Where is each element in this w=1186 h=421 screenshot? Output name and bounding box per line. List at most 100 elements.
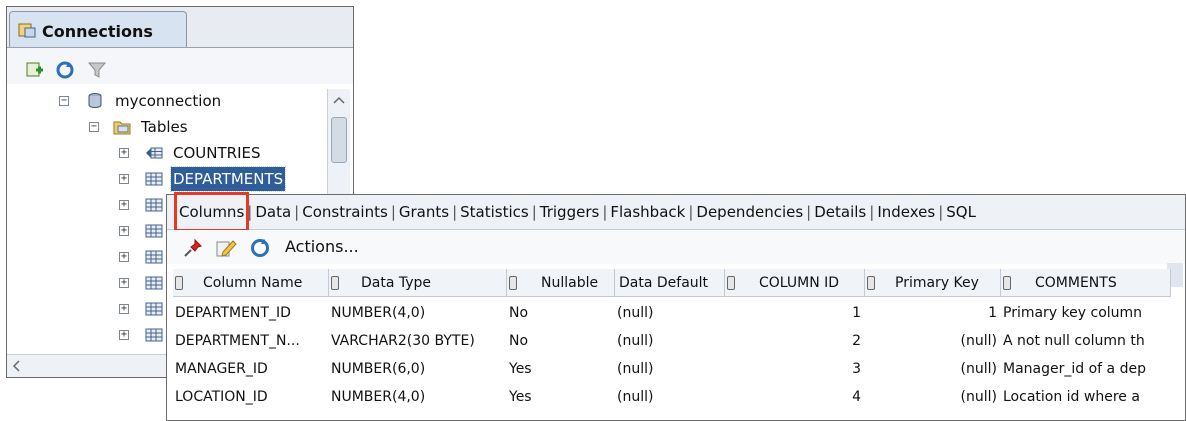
table-row[interactable]: DEPARTMENT_ID NUMBER(4,0) No (null) 1 1 …	[173, 299, 1173, 327]
tab-flashback[interactable]: Flashback	[608, 195, 687, 229]
table-editor-panel: Columns | Data | Constraints | Grants | Statisti…	[166, 192, 1186, 421]
cell-column-name: DEPARTMENT_N...	[175, 333, 300, 349]
tree-node-table[interactable]: +	[7, 297, 167, 321]
cell-column-id: 1	[852, 305, 861, 321]
table-icon	[145, 302, 163, 316]
sort-icon[interactable]	[1003, 276, 1011, 290]
connection-label: myconnection	[115, 92, 222, 110]
collapse-icon[interactable]: −	[59, 96, 69, 106]
connections-tabstrip: Connections	[7, 7, 353, 48]
cell-primary-key: (null)	[960, 333, 997, 349]
header-data-type[interactable]: Data Type	[329, 269, 507, 297]
scroll-up-icon[interactable]	[333, 95, 345, 105]
tab-indexes[interactable]: Indexes	[875, 195, 937, 229]
connections-tab[interactable]: Connections	[9, 11, 187, 47]
table-row[interactable]: MANAGER_ID NUMBER(6,0) Yes (null) 3 (nul…	[173, 355, 1173, 383]
table-icon	[145, 250, 163, 264]
refresh-icon[interactable]	[249, 237, 271, 259]
cell-primary-key: (null)	[960, 389, 997, 405]
tab-details[interactable]: Details	[812, 195, 868, 229]
sort-icon[interactable]	[331, 276, 339, 290]
selected-table-label: DEPARTMENTS	[169, 166, 287, 192]
tab-sql[interactable]: SQL	[944, 195, 978, 229]
edit-icon[interactable]	[215, 238, 237, 258]
sort-icon[interactable]	[509, 276, 517, 290]
tree-node-table[interactable]: +	[7, 245, 167, 269]
pin-icon[interactable]	[183, 238, 203, 258]
cell-column-id: 4	[852, 389, 861, 405]
expand-icon[interactable]: +	[119, 330, 129, 340]
expand-icon[interactable]: +	[119, 200, 129, 210]
tree-node-tables[interactable]: − Tables	[7, 115, 325, 139]
expand-icon[interactable]: +	[119, 304, 129, 314]
new-connection-icon[interactable]	[25, 60, 45, 80]
tab-separator: |	[806, 203, 812, 221]
tab-separator: |	[688, 203, 694, 221]
cell-column-name: LOCATION_ID	[175, 389, 268, 405]
tree-node-table[interactable]: +	[7, 193, 167, 217]
table-icon	[145, 328, 163, 342]
tab-dependencies[interactable]: Dependencies	[694, 195, 805, 229]
tab-grants[interactable]: Grants	[397, 195, 451, 229]
scroll-left-icon[interactable]	[11, 360, 21, 372]
cell-primary-key: (null)	[960, 361, 997, 377]
header-primary-key[interactable]: Primary Key	[865, 269, 1001, 297]
cell-data-default: (null)	[617, 361, 654, 377]
tab-separator: |	[294, 203, 300, 221]
tree-node-table-selected[interactable]: + DEPARTMENTS	[7, 166, 325, 192]
tree-node-table[interactable]: + COUNTRIES	[7, 141, 325, 165]
tab-constraints[interactable]: Constraints	[300, 195, 390, 229]
sort-icon[interactable]	[867, 276, 875, 290]
table-icon	[145, 198, 163, 212]
cell-comments: A not null column th	[1003, 333, 1145, 349]
table-icon	[145, 224, 163, 238]
expand-icon[interactable]: +	[119, 278, 129, 288]
table-row[interactable]: LOCATION_ID NUMBER(4,0) Yes (null) 4 (nu…	[173, 383, 1173, 411]
table-row[interactable]: DEPARTMENT_N... VARCHAR2(30 BYTE) No (nu…	[173, 327, 1173, 355]
header-column-name[interactable]: Column Name	[173, 269, 329, 297]
cell-data-type: NUMBER(6,0)	[331, 361, 426, 377]
cell-data-type: NUMBER(4,0)	[331, 389, 426, 405]
cell-comments: Primary key column	[1003, 305, 1143, 321]
tab-separator: |	[452, 203, 458, 221]
cell-nullable: No	[509, 305, 529, 321]
cell-data-default: (null)	[617, 333, 654, 349]
tab-columns[interactable]: Columns	[173, 192, 250, 232]
header-nullable[interactable]: Nullable	[507, 269, 615, 297]
header-data-default[interactable]: Data Default	[615, 269, 725, 297]
tree-node-table[interactable]: +	[7, 219, 167, 243]
tab-data[interactable]: Data	[253, 195, 293, 229]
expand-icon[interactable]: +	[119, 174, 129, 184]
expand-icon[interactable]: +	[119, 252, 129, 262]
cell-column-id: 2	[852, 333, 861, 349]
tab-triggers[interactable]: Triggers	[538, 195, 602, 229]
tree-node-connection[interactable]: − myconnection	[7, 89, 325, 113]
filter-icon[interactable]	[87, 60, 107, 80]
connections-tab-label: Connections	[42, 22, 153, 41]
tree-node-table[interactable]: +	[7, 271, 167, 295]
sort-icon[interactable]	[175, 276, 183, 290]
database-icon	[88, 93, 102, 109]
header-column-id[interactable]: COLUMN ID	[725, 269, 865, 297]
header-label: COLUMN ID	[759, 275, 840, 291]
header-label: COMMENTS	[1035, 275, 1117, 291]
tree-node-table[interactable]: +	[7, 323, 167, 347]
tab-separator: |	[390, 203, 396, 221]
scrollbar-thumb[interactable]	[331, 117, 347, 163]
collapse-icon[interactable]: −	[89, 122, 99, 132]
header-comments[interactable]: COMMENTS	[1001, 269, 1171, 297]
expand-icon[interactable]: +	[119, 148, 129, 158]
tab-separator: |	[247, 203, 253, 221]
header-label: Column Name	[203, 275, 303, 291]
header-label: Data Default	[619, 275, 709, 291]
refresh-icon[interactable]	[55, 60, 75, 80]
expand-icon[interactable]: +	[119, 226, 129, 236]
table-icon	[145, 172, 163, 186]
sort-icon[interactable]	[727, 276, 735, 290]
tab-statistics[interactable]: Statistics	[458, 195, 531, 229]
actions-menu[interactable]: Actions...	[285, 237, 359, 256]
cell-nullable: Yes	[509, 389, 532, 405]
cell-data-default: (null)	[617, 389, 654, 405]
cell-data-type: NUMBER(4,0)	[331, 305, 426, 321]
cell-data-type: VARCHAR2(30 BYTE)	[331, 333, 475, 349]
